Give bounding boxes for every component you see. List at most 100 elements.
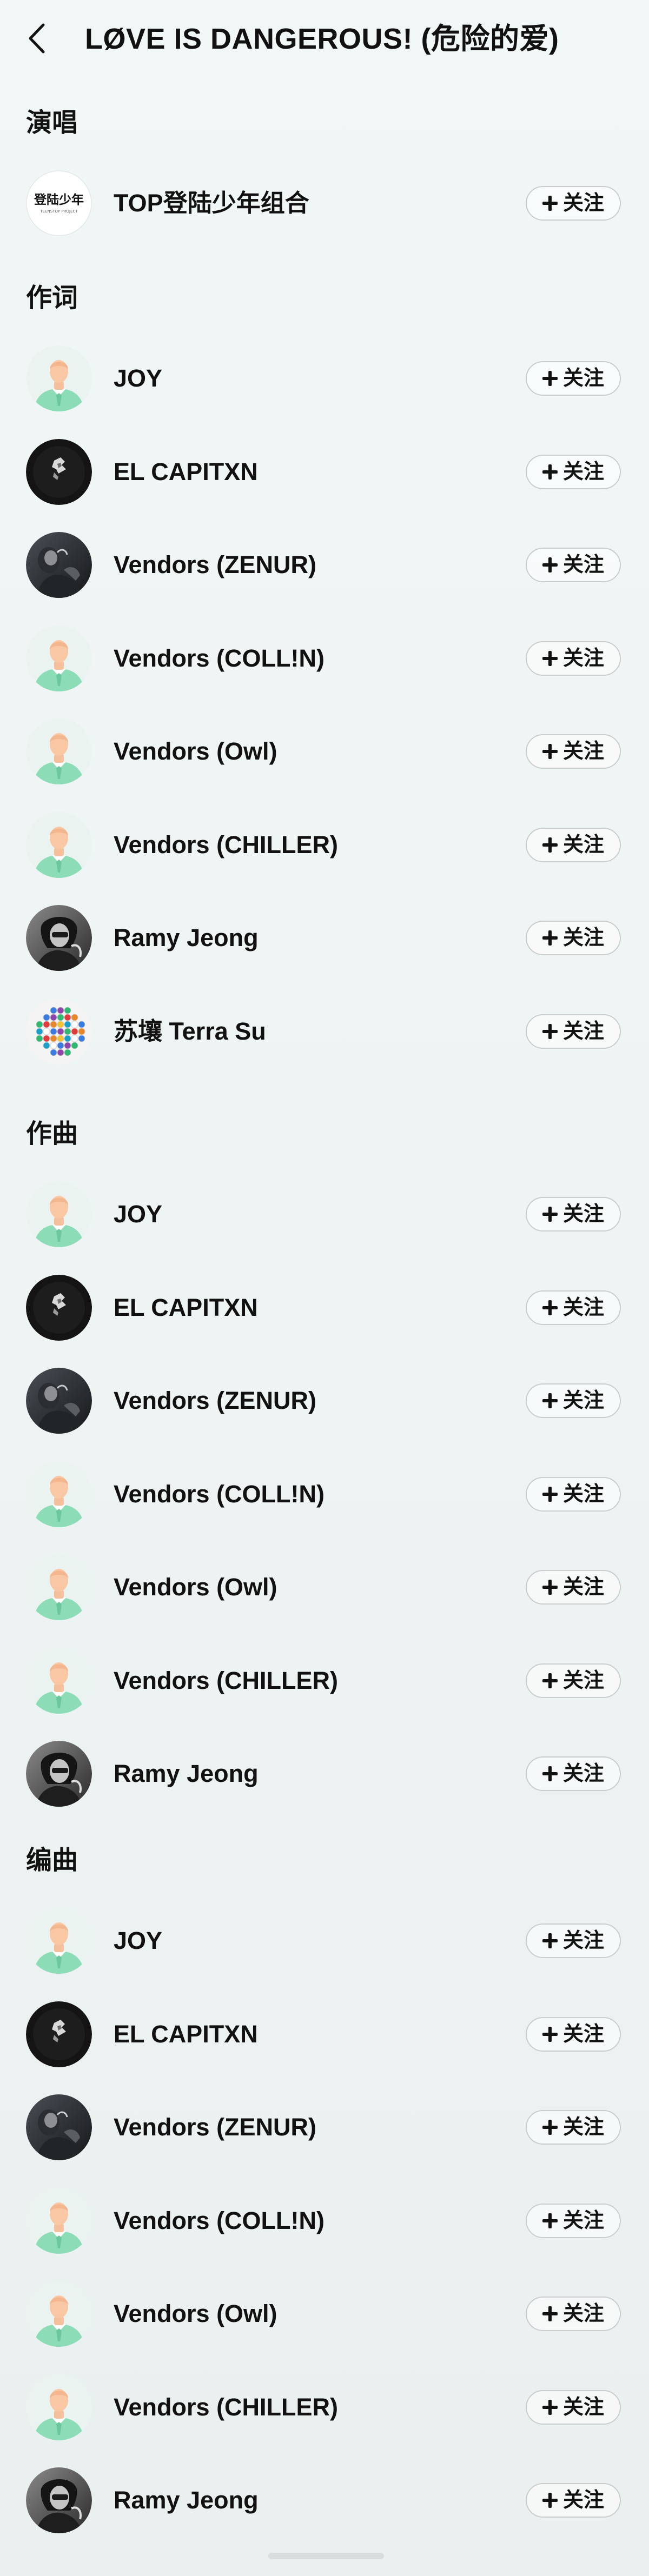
artist-row[interactable]: Vendors (ZENUR) 关注 [0, 1354, 649, 1447]
follow-button[interactable]: 关注 [526, 186, 621, 221]
artist-name[interactable]: JOY [114, 1198, 162, 1230]
artist-avatar[interactable] [26, 625, 92, 691]
artist-avatar[interactable] [26, 1181, 92, 1247]
artist-avatar[interactable] [26, 905, 92, 971]
follow-button[interactable]: 关注 [526, 1923, 621, 1958]
follow-label: 关注 [562, 2023, 604, 2046]
artist-name[interactable]: Vendors (CHILLER) [114, 2391, 338, 2424]
artist-name[interactable]: Vendors (COLL!N) [114, 642, 325, 675]
artist-avatar[interactable] [26, 345, 92, 411]
artist-row[interactable]: Vendors (Owl) 关注 [0, 2267, 649, 2360]
follow-button[interactable]: 关注 [526, 1663, 621, 1698]
artist-row[interactable]: EL CAPITXN 关注 [0, 1261, 649, 1354]
artist-name[interactable]: Ramy Jeong [114, 922, 259, 954]
artist-avatar[interactable] [26, 532, 92, 598]
artist-avatar[interactable]: 登陆少年 TEENSTOP PROJECT [26, 170, 92, 236]
artist-avatar[interactable] [26, 812, 92, 878]
artist-avatar[interactable] [26, 2188, 92, 2254]
back-button[interactable] [24, 19, 52, 57]
artist-avatar[interactable] [26, 2467, 92, 2533]
follow-label: 关注 [562, 461, 604, 483]
artist-avatar[interactable] [26, 1741, 92, 1807]
artist-row[interactable]: 苏壤 Terra Su 关注 [0, 985, 649, 1078]
artist-row[interactable]: EL CAPITXN 关注 [0, 425, 649, 518]
artist-row[interactable]: Vendors (COLL!N) 关注 [0, 1448, 649, 1541]
artist-row[interactable]: Vendors (CHILLER) 关注 [0, 2361, 649, 2454]
plus-icon [542, 1300, 558, 1315]
follow-button[interactable]: 关注 [526, 1477, 621, 1512]
follow-label: 关注 [562, 1020, 604, 1043]
artist-name[interactable]: EL CAPITXN [114, 456, 258, 488]
follow-label: 关注 [562, 192, 604, 215]
artist-row[interactable]: 登陆少年 TEENSTOP PROJECT TOP登陆少年组合 关注 [0, 157, 649, 250]
artist-row[interactable]: Ramy Jeong 关注 [0, 891, 649, 984]
artist-name[interactable]: EL CAPITXN [114, 2018, 258, 2051]
artist-name[interactable]: JOY [114, 362, 162, 395]
artist-name[interactable]: Vendors (Owl) [114, 1571, 277, 1603]
artist-row[interactable]: Vendors (CHILLER) 关注 [0, 1634, 649, 1727]
artist-avatar[interactable] [26, 1554, 92, 1620]
artist-avatar[interactable] [26, 1908, 92, 1974]
artist-avatar[interactable] [26, 2001, 92, 2067]
artist-name[interactable]: EL CAPITXN [114, 1292, 258, 1324]
follow-button[interactable]: 关注 [526, 361, 621, 396]
artist-avatar[interactable] [26, 2374, 92, 2440]
artist-name[interactable]: Vendors (COLL!N) [114, 2205, 325, 2237]
artist-name[interactable]: Ramy Jeong [114, 2484, 259, 2517]
artist-avatar[interactable] [26, 1368, 92, 1434]
artist-name[interactable]: Vendors (COLL!N) [114, 1478, 325, 1510]
follow-button[interactable]: 关注 [526, 2110, 621, 2145]
follow-button[interactable]: 关注 [526, 2297, 621, 2331]
artist-name[interactable]: Vendors (ZENUR) [114, 2111, 316, 2144]
artist-row[interactable]: Vendors (COLL!N) 关注 [0, 2174, 649, 2267]
artist-row[interactable]: Ramy Jeong 关注 [0, 1727, 649, 1820]
artist-name[interactable]: 苏壤 Terra Su [114, 1015, 266, 1048]
artist-row[interactable]: EL CAPITXN 关注 [0, 1988, 649, 2081]
artist-name[interactable]: Vendors (Owl) [114, 735, 277, 768]
artist-name[interactable]: Vendors (CHILLER) [114, 829, 338, 861]
artist-avatar[interactable] [26, 2281, 92, 2347]
artist-row[interactable]: Ramy Jeong 关注 [0, 2454, 649, 2547]
follow-button[interactable]: 关注 [526, 1756, 621, 1791]
artist-row[interactable]: Vendors (Owl) 关注 [0, 705, 649, 798]
header: LØVE IS DANGEROUS! (危险的爱) [0, 0, 649, 76]
follow-button[interactable]: 关注 [526, 548, 621, 582]
artist-avatar[interactable] [26, 1648, 92, 1714]
follow-button[interactable]: 关注 [526, 734, 621, 769]
artist-name[interactable]: Vendors (ZENUR) [114, 549, 316, 581]
follow-button[interactable]: 关注 [526, 455, 621, 489]
follow-button[interactable]: 关注 [526, 2483, 621, 2518]
artist-name[interactable]: Vendors (Owl) [114, 2298, 277, 2330]
follow-button[interactable]: 关注 [526, 1570, 621, 1605]
follow-button[interactable]: 关注 [526, 2390, 621, 2425]
follow-button[interactable]: 关注 [526, 2204, 621, 2238]
artist-avatar[interactable] [26, 718, 92, 784]
artist-name[interactable]: Vendors (CHILLER) [114, 1665, 338, 1697]
artist-row[interactable]: JOY 关注 [0, 1894, 649, 1987]
artist-row[interactable]: Vendors (COLL!N) 关注 [0, 612, 649, 705]
artist-avatar[interactable] [26, 2094, 92, 2160]
artist-row[interactable]: JOY 关注 [0, 1168, 649, 1261]
artist-name[interactable]: Ramy Jeong [114, 1758, 259, 1790]
artist-row[interactable]: Vendors (CHILLER) 关注 [0, 798, 649, 891]
artist-name[interactable]: TOP登陆少年组合 [114, 187, 309, 219]
follow-button[interactable]: 关注 [526, 2017, 621, 2052]
follow-button[interactable]: 关注 [526, 1383, 621, 1418]
follow-button[interactable]: 关注 [526, 921, 621, 955]
follow-button[interactable]: 关注 [526, 641, 621, 676]
artist-name[interactable]: JOY [114, 1925, 162, 1957]
follow-button[interactable]: 关注 [526, 1197, 621, 1232]
artist-row[interactable]: JOY 关注 [0, 332, 649, 425]
artist-avatar[interactable] [26, 439, 92, 505]
artist-avatar[interactable] [26, 1275, 92, 1341]
artist-name[interactable]: Vendors (ZENUR) [114, 1384, 316, 1417]
follow-button[interactable]: 关注 [526, 828, 621, 862]
follow-button[interactable]: 关注 [526, 1290, 621, 1325]
artist-avatar[interactable] [26, 999, 92, 1064]
follow-button[interactable]: 关注 [526, 1014, 621, 1049]
follow-label: 关注 [562, 647, 604, 670]
artist-row[interactable]: Vendors (ZENUR) 关注 [0, 2081, 649, 2174]
artist-row[interactable]: Vendors (Owl) 关注 [0, 1541, 649, 1634]
artist-avatar[interactable] [26, 1461, 92, 1527]
artist-row[interactable]: Vendors (ZENUR) 关注 [0, 518, 649, 611]
